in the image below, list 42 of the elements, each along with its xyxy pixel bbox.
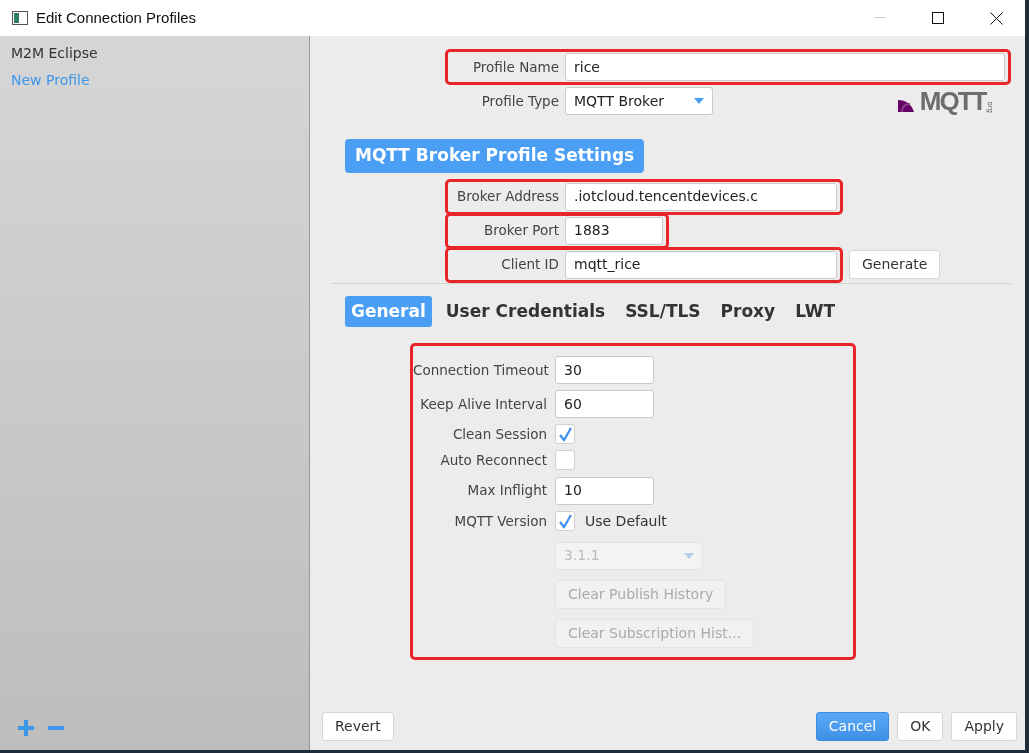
field-label: Clean Session (451, 425, 547, 444)
field-label: MQTT Version (453, 511, 547, 531)
checkbox[interactable] (555, 511, 575, 531)
field-label: Profile Type (480, 91, 559, 111)
dialog-button[interactable]: Apply (951, 712, 1017, 741)
tab[interactable]: LWT (789, 295, 842, 327)
input-field[interactable]: 30 (555, 356, 654, 384)
tab[interactable]: Proxy (714, 295, 782, 327)
input-field[interactable]: 60 (555, 390, 654, 418)
input-field[interactable]: mqtt_rice (565, 250, 837, 279)
input-field[interactable]: .iotcloud.tencentdevices.c (565, 182, 837, 211)
caret-icon (684, 552, 694, 559)
dialog-button[interactable]: OK (897, 712, 944, 741)
checkbox-label: Use Default (585, 511, 667, 531)
maximize-icon[interactable] (932, 12, 944, 24)
input-field[interactable]: 10 (555, 476, 654, 505)
input-field[interactable]: 1883 (565, 216, 663, 245)
dialog-button[interactable]: Revert (322, 712, 394, 741)
caret-icon (694, 98, 704, 104)
field-label: Broker Port (482, 221, 559, 241)
field-label: Broker Address (455, 187, 559, 207)
check-icon (558, 513, 572, 529)
section-heading: MQTT Broker Profile Settings (345, 139, 645, 173)
tab[interactable]: User Credentials (439, 295, 612, 327)
field-label: Auto Reconnect (439, 451, 547, 471)
checkbox[interactable] (555, 424, 575, 445)
field-label: Connection Timeout (413, 360, 547, 380)
add-icon[interactable] (16, 718, 36, 738)
app-icon (12, 11, 28, 25)
input-field[interactable]: rice (565, 53, 1005, 81)
window-title: Edit Connection Profiles (36, 7, 197, 28)
field-label: Client ID (500, 255, 559, 275)
dropdown[interactable]: MQTT Broker (565, 87, 713, 115)
tab[interactable]: SSL/TLS (619, 295, 707, 327)
checkbox[interactable] (555, 450, 575, 471)
generate-button[interactable]: Generate (849, 250, 941, 279)
profile-list-item[interactable]: M2M Eclipse (0, 40, 309, 67)
close-icon[interactable] (989, 11, 1003, 25)
field-label: Max Inflight (466, 481, 547, 501)
field-label: Profile Name (471, 57, 559, 77)
field-label: Keep Alive Interval (419, 394, 547, 414)
check-icon (558, 426, 572, 442)
